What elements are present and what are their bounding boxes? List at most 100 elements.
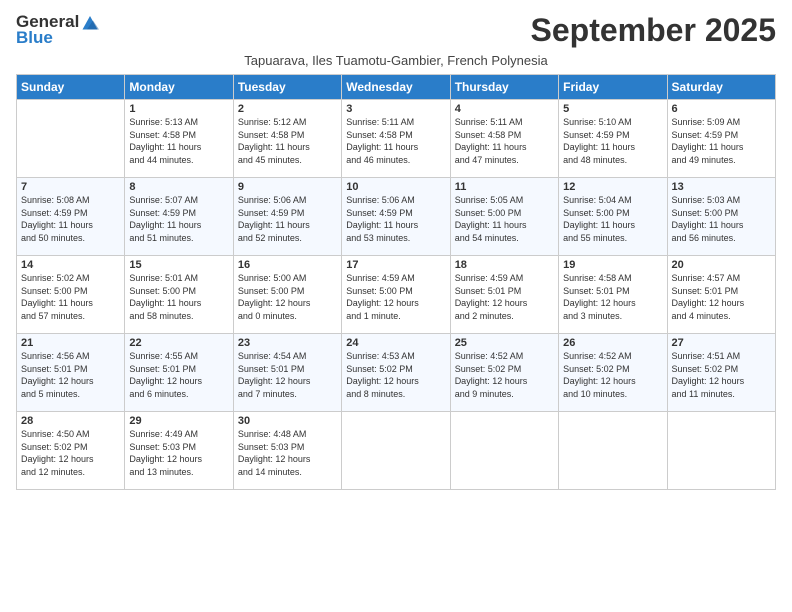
header-friday: Friday <box>559 75 667 100</box>
day-number: 10 <box>346 181 445 193</box>
day-number: 2 <box>238 103 337 115</box>
calendar-cell: 23Sunrise: 4:54 AMSunset: 5:01 PMDayligh… <box>233 334 341 412</box>
header-wednesday: Wednesday <box>342 75 450 100</box>
calendar-cell: 27Sunrise: 4:51 AMSunset: 5:02 PMDayligh… <box>667 334 775 412</box>
day-number: 3 <box>346 103 445 115</box>
calendar-cell: 15Sunrise: 5:01 AMSunset: 5:00 PMDayligh… <box>125 256 233 334</box>
calendar-cell: 11Sunrise: 5:05 AMSunset: 5:00 PMDayligh… <box>450 178 558 256</box>
cell-content: Sunrise: 5:10 AMSunset: 4:59 PMDaylight:… <box>563 116 662 166</box>
day-number: 5 <box>563 103 662 115</box>
cell-content: Sunrise: 5:12 AMSunset: 4:58 PMDaylight:… <box>238 116 337 166</box>
cell-content: Sunrise: 4:52 AMSunset: 5:02 PMDaylight:… <box>563 350 662 400</box>
week-row-2: 7Sunrise: 5:08 AMSunset: 4:59 PMDaylight… <box>17 178 776 256</box>
calendar-cell: 6Sunrise: 5:09 AMSunset: 4:59 PMDaylight… <box>667 100 775 178</box>
calendar-cell <box>17 100 125 178</box>
day-number: 8 <box>129 181 228 193</box>
cell-content: Sunrise: 5:04 AMSunset: 5:00 PMDaylight:… <box>563 194 662 244</box>
cell-content: Sunrise: 4:57 AMSunset: 5:01 PMDaylight:… <box>672 272 771 322</box>
day-number: 19 <box>563 259 662 271</box>
calendar-cell: 4Sunrise: 5:11 AMSunset: 4:58 PMDaylight… <box>450 100 558 178</box>
day-number: 26 <box>563 337 662 349</box>
day-number: 13 <box>672 181 771 193</box>
day-number: 15 <box>129 259 228 271</box>
week-row-5: 28Sunrise: 4:50 AMSunset: 5:02 PMDayligh… <box>17 412 776 490</box>
calendar-cell <box>342 412 450 490</box>
calendar-cell: 2Sunrise: 5:12 AMSunset: 4:58 PMDaylight… <box>233 100 341 178</box>
calendar-cell: 19Sunrise: 4:58 AMSunset: 5:01 PMDayligh… <box>559 256 667 334</box>
calendar-cell: 18Sunrise: 4:59 AMSunset: 5:01 PMDayligh… <box>450 256 558 334</box>
day-number: 28 <box>21 415 120 427</box>
calendar-cell: 28Sunrise: 4:50 AMSunset: 5:02 PMDayligh… <box>17 412 125 490</box>
calendar-cell: 24Sunrise: 4:53 AMSunset: 5:02 PMDayligh… <box>342 334 450 412</box>
cell-content: Sunrise: 5:02 AMSunset: 5:00 PMDaylight:… <box>21 272 120 322</box>
day-number: 1 <box>129 103 228 115</box>
day-number: 17 <box>346 259 445 271</box>
cell-content: Sunrise: 5:06 AMSunset: 4:59 PMDaylight:… <box>346 194 445 244</box>
calendar-cell: 8Sunrise: 5:07 AMSunset: 4:59 PMDaylight… <box>125 178 233 256</box>
day-number: 27 <box>672 337 771 349</box>
day-number: 24 <box>346 337 445 349</box>
calendar-cell <box>450 412 558 490</box>
calendar-cell: 25Sunrise: 4:52 AMSunset: 5:02 PMDayligh… <box>450 334 558 412</box>
week-row-4: 21Sunrise: 4:56 AMSunset: 5:01 PMDayligh… <box>17 334 776 412</box>
header-saturday: Saturday <box>667 75 775 100</box>
cell-content: Sunrise: 4:52 AMSunset: 5:02 PMDaylight:… <box>455 350 554 400</box>
cell-content: Sunrise: 5:01 AMSunset: 5:00 PMDaylight:… <box>129 272 228 322</box>
subtitle: Tapuarava, Iles Tuamotu-Gambier, French … <box>16 53 776 68</box>
logo: General Blue <box>16 12 99 48</box>
cell-content: Sunrise: 4:49 AMSunset: 5:03 PMDaylight:… <box>129 428 228 478</box>
cell-content: Sunrise: 5:08 AMSunset: 4:59 PMDaylight:… <box>21 194 120 244</box>
calendar-cell: 14Sunrise: 5:02 AMSunset: 5:00 PMDayligh… <box>17 256 125 334</box>
calendar-header: SundayMondayTuesdayWednesdayThursdayFrid… <box>17 75 776 100</box>
calendar-cell: 22Sunrise: 4:55 AMSunset: 5:01 PMDayligh… <box>125 334 233 412</box>
day-number: 18 <box>455 259 554 271</box>
day-number: 16 <box>238 259 337 271</box>
header-sunday: Sunday <box>17 75 125 100</box>
cell-content: Sunrise: 4:59 AMSunset: 5:00 PMDaylight:… <box>346 272 445 322</box>
calendar-cell: 1Sunrise: 5:13 AMSunset: 4:58 PMDaylight… <box>125 100 233 178</box>
day-number: 22 <box>129 337 228 349</box>
logo-icon <box>81 13 99 31</box>
month-title: September 2025 <box>531 12 776 49</box>
cell-content: Sunrise: 5:03 AMSunset: 5:00 PMDaylight:… <box>672 194 771 244</box>
header-thursday: Thursday <box>450 75 558 100</box>
day-number: 14 <box>21 259 120 271</box>
week-row-3: 14Sunrise: 5:02 AMSunset: 5:00 PMDayligh… <box>17 256 776 334</box>
day-number: 9 <box>238 181 337 193</box>
day-number: 11 <box>455 181 554 193</box>
cell-content: Sunrise: 5:11 AMSunset: 4:58 PMDaylight:… <box>455 116 554 166</box>
calendar-cell: 16Sunrise: 5:00 AMSunset: 5:00 PMDayligh… <box>233 256 341 334</box>
day-number: 23 <box>238 337 337 349</box>
day-number: 21 <box>21 337 120 349</box>
calendar-cell: 12Sunrise: 5:04 AMSunset: 5:00 PMDayligh… <box>559 178 667 256</box>
day-number: 29 <box>129 415 228 427</box>
cell-content: Sunrise: 4:50 AMSunset: 5:02 PMDaylight:… <box>21 428 120 478</box>
calendar-cell: 10Sunrise: 5:06 AMSunset: 4:59 PMDayligh… <box>342 178 450 256</box>
header-monday: Monday <box>125 75 233 100</box>
cell-content: Sunrise: 4:55 AMSunset: 5:01 PMDaylight:… <box>129 350 228 400</box>
calendar-cell: 9Sunrise: 5:06 AMSunset: 4:59 PMDaylight… <box>233 178 341 256</box>
logo-blue: Blue <box>16 28 53 48</box>
calendar-cell: 5Sunrise: 5:10 AMSunset: 4:59 PMDaylight… <box>559 100 667 178</box>
calendar-cell: 3Sunrise: 5:11 AMSunset: 4:58 PMDaylight… <box>342 100 450 178</box>
week-row-1: 1Sunrise: 5:13 AMSunset: 4:58 PMDaylight… <box>17 100 776 178</box>
cell-content: Sunrise: 4:53 AMSunset: 5:02 PMDaylight:… <box>346 350 445 400</box>
cell-content: Sunrise: 4:56 AMSunset: 5:01 PMDaylight:… <box>21 350 120 400</box>
calendar-cell: 13Sunrise: 5:03 AMSunset: 5:00 PMDayligh… <box>667 178 775 256</box>
cell-content: Sunrise: 4:59 AMSunset: 5:01 PMDaylight:… <box>455 272 554 322</box>
calendar-cell: 21Sunrise: 4:56 AMSunset: 5:01 PMDayligh… <box>17 334 125 412</box>
calendar-cell: 7Sunrise: 5:08 AMSunset: 4:59 PMDaylight… <box>17 178 125 256</box>
calendar-cell <box>559 412 667 490</box>
day-number: 12 <box>563 181 662 193</box>
cell-content: Sunrise: 5:11 AMSunset: 4:58 PMDaylight:… <box>346 116 445 166</box>
calendar-cell: 20Sunrise: 4:57 AMSunset: 5:01 PMDayligh… <box>667 256 775 334</box>
calendar-cell <box>667 412 775 490</box>
cell-content: Sunrise: 5:07 AMSunset: 4:59 PMDaylight:… <box>129 194 228 244</box>
day-number: 4 <box>455 103 554 115</box>
cell-content: Sunrise: 5:06 AMSunset: 4:59 PMDaylight:… <box>238 194 337 244</box>
cell-content: Sunrise: 4:58 AMSunset: 5:01 PMDaylight:… <box>563 272 662 322</box>
cell-content: Sunrise: 5:13 AMSunset: 4:58 PMDaylight:… <box>129 116 228 166</box>
day-number: 30 <box>238 415 337 427</box>
cell-content: Sunrise: 4:51 AMSunset: 5:02 PMDaylight:… <box>672 350 771 400</box>
day-number: 25 <box>455 337 554 349</box>
